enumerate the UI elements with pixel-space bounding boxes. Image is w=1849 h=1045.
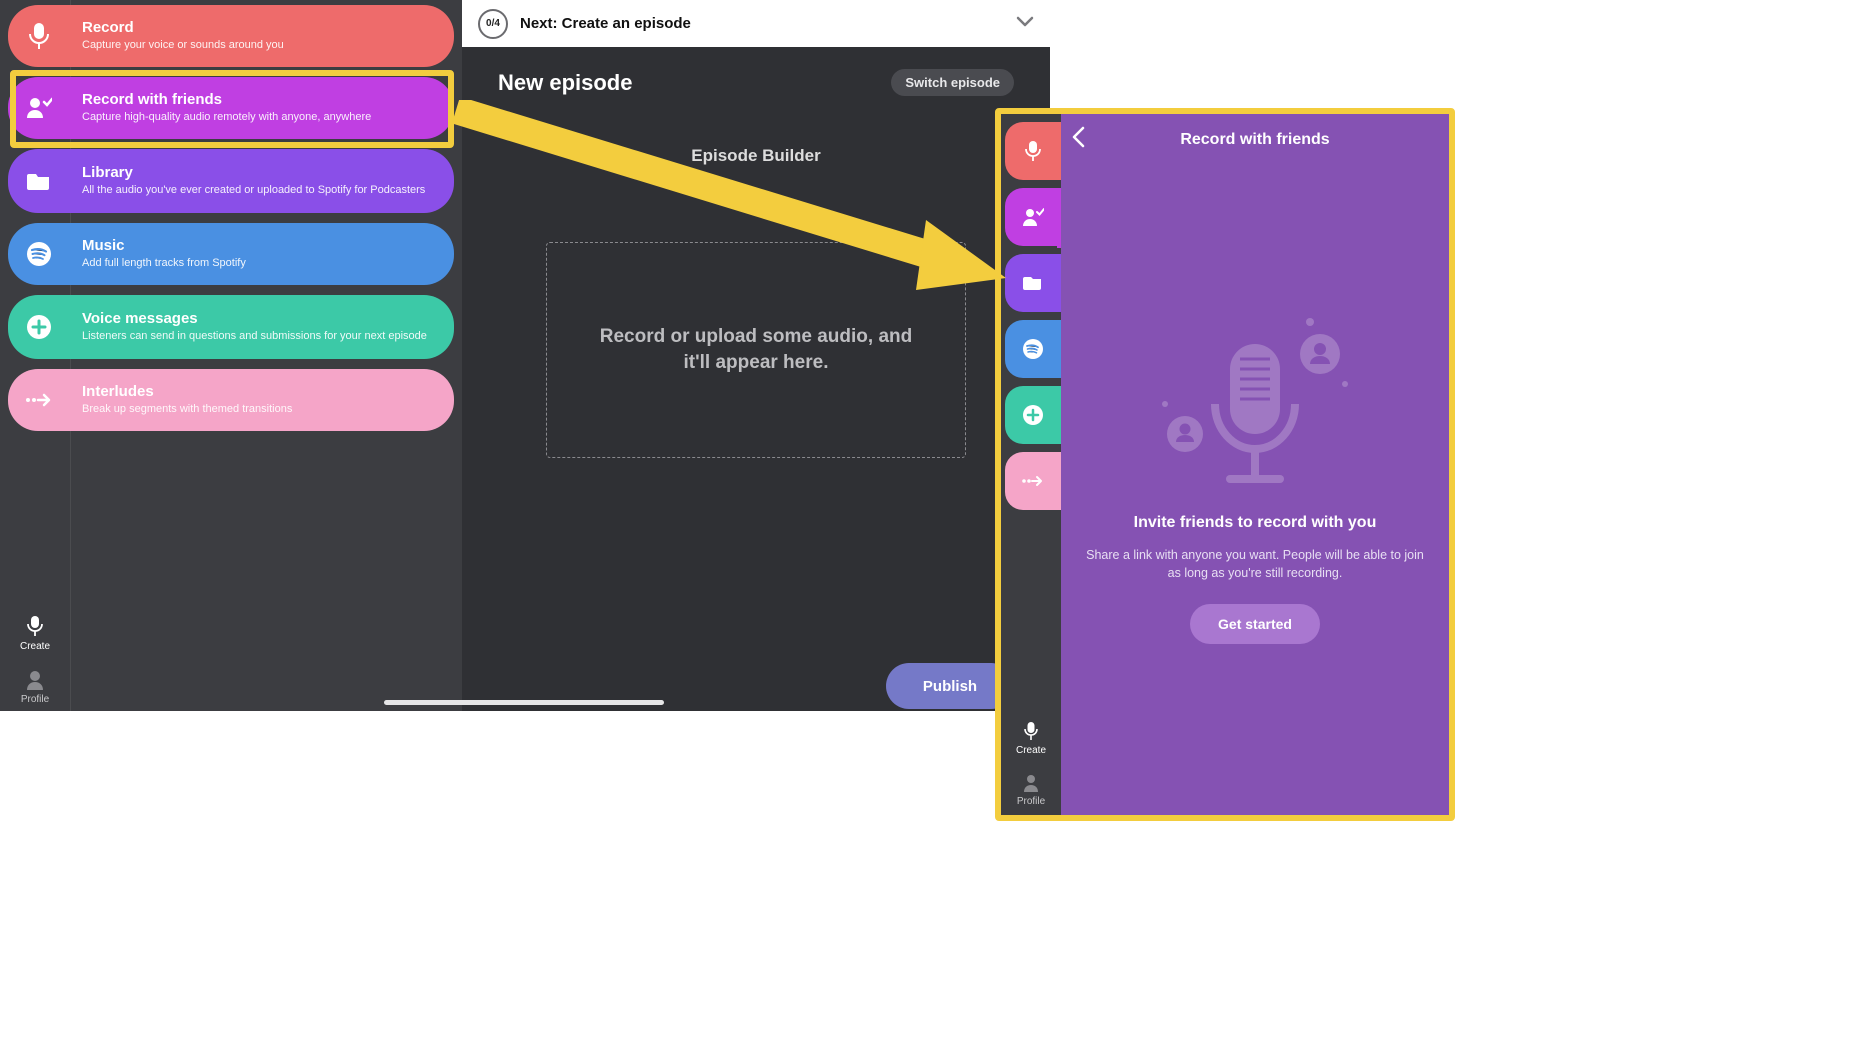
spotify-icon bbox=[8, 223, 70, 285]
rail-library[interactable] bbox=[1005, 254, 1061, 312]
left-bottom-nav: Create Profile bbox=[0, 615, 70, 705]
sidebar-item-title: Music bbox=[82, 237, 246, 254]
builder-label: Episode Builder bbox=[462, 146, 1050, 166]
sidebar-item-title: Voice messages bbox=[82, 310, 427, 327]
record-with-friends-panel: Record with friends bbox=[1061, 114, 1449, 815]
home-indicator bbox=[384, 700, 664, 705]
left-sidebar: Record Capture your voice or sounds arou… bbox=[0, 0, 462, 711]
nav-create[interactable]: Create bbox=[1016, 721, 1046, 756]
back-button[interactable] bbox=[1071, 126, 1085, 153]
episode-builder-area: New episode Switch episode Episode Build… bbox=[462, 47, 1050, 711]
nav-profile[interactable]: Profile bbox=[21, 670, 49, 705]
sidebar-item-voice-messages[interactable]: Voice messages Listeners can send in que… bbox=[8, 295, 454, 359]
drop-zone-text: Record or upload some audio, and it'll a… bbox=[587, 324, 925, 375]
onboarding-topbar[interactable]: 0/4 Next: Create an episode bbox=[462, 0, 1050, 47]
switch-episode-button[interactable]: Switch episode bbox=[891, 69, 1014, 96]
folder-icon bbox=[8, 150, 70, 212]
right-app-screenshot: Create Profile Record with friends bbox=[995, 108, 1455, 821]
invite-sub: Share a link with anyone you want. Peopl… bbox=[1085, 546, 1425, 582]
rail-music[interactable] bbox=[1005, 320, 1061, 378]
sidebar-item-sub: Listeners can send in questions and subm… bbox=[82, 329, 427, 343]
rail-record[interactable] bbox=[1005, 122, 1061, 180]
rail-voice-messages[interactable] bbox=[1005, 386, 1061, 444]
sidebar-item-sub: Break up segments with themed transition… bbox=[82, 402, 292, 416]
sidebar-item-title: Record bbox=[82, 19, 284, 36]
sidebar-item-record[interactable]: Record Capture your voice or sounds arou… bbox=[8, 5, 454, 67]
rail-interludes[interactable] bbox=[1005, 452, 1061, 510]
panel-title: Record with friends bbox=[1180, 131, 1329, 149]
drop-zone[interactable]: Record or upload some audio, and it'll a… bbox=[546, 242, 966, 458]
mic-illustration bbox=[1150, 314, 1360, 509]
sidebar-item-sub: Add full length tracks from Spotify bbox=[82, 256, 246, 270]
plus-circle-icon bbox=[8, 296, 70, 358]
sidebar-item-sub: Capture high-quality audio remotely with… bbox=[82, 110, 371, 124]
microphone-icon bbox=[8, 5, 70, 67]
nav-label: Profile bbox=[1017, 796, 1045, 807]
right-bottom-nav: Create Profile bbox=[1001, 721, 1061, 807]
nav-label: Profile bbox=[21, 694, 49, 705]
get-started-button[interactable]: Get started bbox=[1190, 604, 1320, 644]
progress-badge: 0/4 bbox=[478, 9, 508, 39]
sidebar-item-library[interactable]: Library All the audio you've ever create… bbox=[8, 149, 454, 213]
arrow-dots-icon bbox=[8, 369, 70, 431]
nav-profile[interactable]: Profile bbox=[1017, 774, 1045, 807]
invite-block: Invite friends to record with you Share … bbox=[1061, 514, 1449, 644]
sidebar-item-title: Library bbox=[82, 164, 425, 181]
rail-record-with-friends[interactable] bbox=[1005, 188, 1061, 246]
friends-icon bbox=[8, 77, 70, 139]
sidebar-item-title: Interludes bbox=[82, 383, 292, 400]
sidebar-item-sub: Capture your voice or sounds around you bbox=[82, 38, 284, 52]
nav-label: Create bbox=[20, 641, 50, 652]
topbar-text: Next: Create an episode bbox=[520, 15, 1004, 32]
sidebar-item-record-with-friends[interactable]: Record with friends Capture high-quality… bbox=[8, 77, 454, 139]
panel-header: Record with friends bbox=[1061, 114, 1449, 166]
left-app-screenshot: Record Capture your voice or sounds arou… bbox=[0, 0, 1050, 711]
invite-title: Invite friends to record with you bbox=[1085, 514, 1425, 532]
chevron-down-icon[interactable] bbox=[1016, 15, 1034, 33]
nav-create[interactable]: Create bbox=[20, 615, 50, 652]
left-main: 0/4 Next: Create an episode New episode … bbox=[462, 0, 1050, 711]
right-rail: Create Profile bbox=[1001, 114, 1061, 815]
nav-label: Create bbox=[1016, 745, 1046, 756]
sidebar-item-interludes[interactable]: Interludes Break up segments with themed… bbox=[8, 369, 454, 431]
sidebar-item-title: Record with friends bbox=[82, 91, 371, 108]
page-title: New episode bbox=[498, 70, 632, 96]
sidebar-item-sub: All the audio you've ever created or upl… bbox=[82, 183, 425, 197]
sidebar-item-music[interactable]: Music Add full length tracks from Spotif… bbox=[8, 223, 454, 285]
